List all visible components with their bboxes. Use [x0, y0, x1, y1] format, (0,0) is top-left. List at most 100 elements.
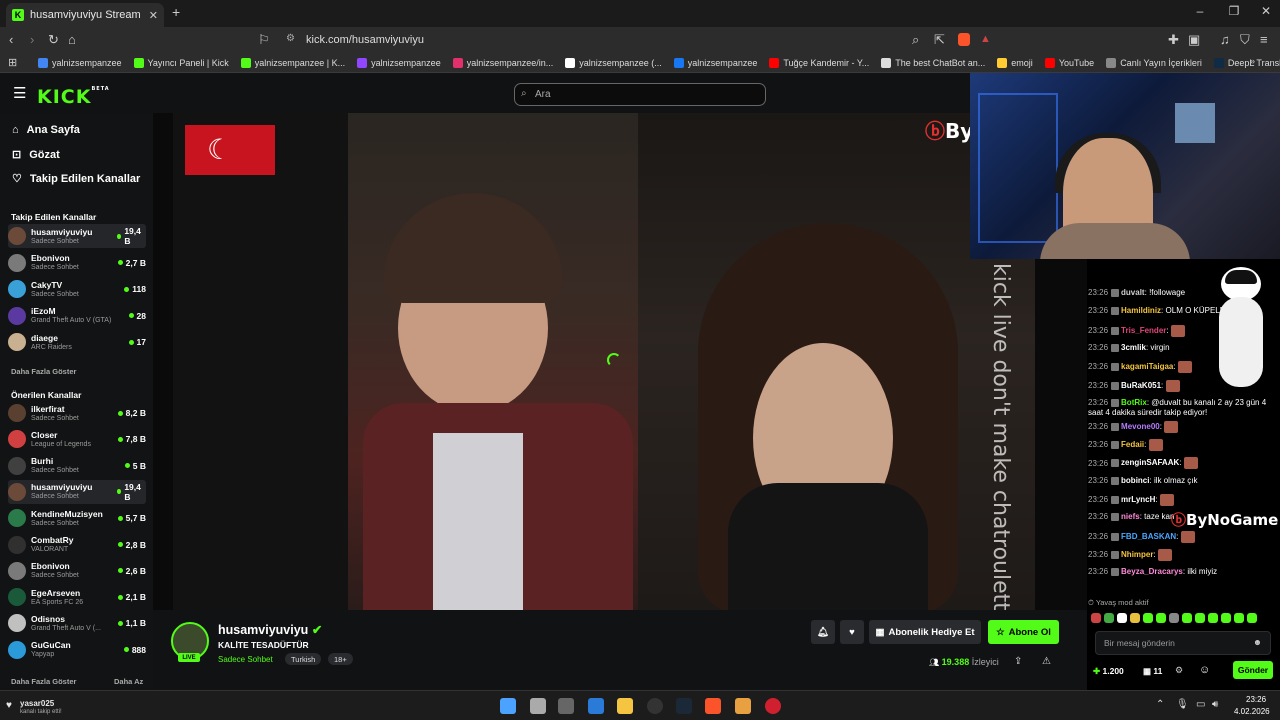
- bookmark-item[interactable]: yalnizsempanzee: [673, 57, 757, 68]
- bookmark-item[interactable]: The best ChatBot an...: [881, 57, 985, 68]
- reload-icon[interactable]: ↻: [48, 32, 59, 48]
- chat-username[interactable]: bobinci: [1121, 476, 1149, 485]
- channel-name[interactable]: husamviyuviyu ✔: [218, 622, 322, 637]
- quick-emote-icon[interactable]: [1247, 613, 1257, 623]
- chat-username[interactable]: Beyza_Dracarys: [1121, 567, 1183, 576]
- network-icon[interactable]: ▭: [1196, 699, 1205, 710]
- quick-emote-icon[interactable]: [1195, 613, 1205, 623]
- sidebar-channel[interactable]: Odisnos Grand Theft Auto V (... 1,1 B: [8, 611, 146, 635]
- close-tab-icon[interactable]: ✕: [149, 9, 158, 22]
- gift-counter[interactable]: ▦ 11: [1143, 666, 1162, 677]
- photos-icon[interactable]: [588, 698, 604, 714]
- quick-emote-icon[interactable]: [1104, 613, 1114, 623]
- search-input[interactable]: ⌕ Ara: [514, 83, 766, 106]
- bookmark-item[interactable]: DeepL Translate: Dü...: [1213, 57, 1280, 68]
- bookmark-item[interactable]: yalnizsempanzee: [357, 57, 441, 68]
- sidebar-channel[interactable]: CakyTV Sadece Sohbet 118: [8, 277, 146, 301]
- channel-points[interactable]: ✚ 1.200: [1093, 666, 1124, 677]
- sidebar-channel[interactable]: husamviyuviyu Sadece Sohbet 19,4 B: [8, 479, 146, 504]
- quick-emote-icon[interactable]: [1143, 613, 1153, 623]
- show-more-followed-link[interactable]: Daha Fazla Göster: [11, 367, 76, 376]
- red-app-icon[interactable]: [765, 698, 781, 714]
- apps-icon[interactable]: ⊞: [8, 56, 17, 69]
- hamburger-menu-icon[interactable]: ☰: [13, 84, 26, 102]
- sidebar-channel[interactable]: KendineMuzisyen Sadece Sohbet 5,7 B: [8, 506, 146, 530]
- bookmark-item[interactable]: yalnizsempanzee (...: [565, 57, 662, 68]
- show-less-link[interactable]: Daha Az: [114, 677, 143, 686]
- sidebar-channel[interactable]: iEzoM Grand Theft Auto V (GTA) 28: [8, 304, 146, 328]
- quick-emote-icon[interactable]: [1117, 613, 1127, 623]
- chat-username[interactable]: Tris_Fender: [1121, 326, 1166, 335]
- bookmark-item[interactable]: yalnizsempanzee: [38, 57, 122, 68]
- minimize-icon[interactable]: –: [1190, 4, 1210, 18]
- chat-username[interactable]: Mevone00: [1121, 422, 1160, 431]
- back-icon[interactable]: ‹: [9, 32, 13, 47]
- sidebar-channel[interactable]: EgeArseven EA Sports FC 26 2,1 B: [8, 585, 146, 609]
- chat-username[interactable]: Fedaii: [1121, 440, 1144, 449]
- sidebar-channel[interactable]: CombatRy VALORANT 2,8 B: [8, 533, 146, 557]
- obs-icon[interactable]: [647, 698, 663, 714]
- quick-emote-icon[interactable]: [1130, 613, 1140, 623]
- file-explorer-icon[interactable]: [617, 698, 633, 714]
- sidebar-channel[interactable]: Burhi Sadece Sohbet 5 B: [8, 454, 146, 478]
- quick-emote-icon[interactable]: [1169, 613, 1179, 623]
- share-stream-icon[interactable]: ⇪: [1014, 656, 1022, 667]
- sidebar-channel[interactable]: Ebonivon Sadece Sohbet 2,6 B: [8, 559, 146, 583]
- bookmark-item[interactable]: Yayıncı Paneli | Kick: [133, 57, 229, 68]
- chat-username[interactable]: FBD_BASKAN: [1121, 532, 1176, 541]
- quick-emote-icon[interactable]: [1234, 613, 1244, 623]
- steam-icon[interactable]: [676, 698, 692, 714]
- quick-emote-icon[interactable]: [1156, 613, 1166, 623]
- menu-icon[interactable]: ≡: [1260, 32, 1268, 47]
- zoom-icon[interactable]: ⌕: [912, 32, 919, 48]
- bookmark-item[interactable]: Canlı Yayın İçerikleri: [1106, 57, 1202, 68]
- sidebar-channel[interactable]: GuGuCan Yapyap 888: [8, 638, 146, 662]
- sidebar-channel[interactable]: ilkerfirat Sadece Sohbet 8,2 B: [8, 401, 146, 425]
- task-view-icon[interactable]: [530, 698, 546, 714]
- send-button[interactable]: Gönder: [1233, 661, 1273, 679]
- quick-emote-icon[interactable]: [1091, 613, 1101, 623]
- show-more-recommended-link[interactable]: Daha Fazla Göster: [11, 677, 76, 686]
- close-window-icon[interactable]: ✕: [1256, 4, 1276, 18]
- chat-username[interactable]: niefs: [1121, 512, 1140, 521]
- new-tab-icon[interactable]: +: [172, 4, 180, 20]
- notification-bell-button[interactable]: 🔔︎: [811, 620, 835, 644]
- chat-username[interactable]: Hamildiniz: [1121, 306, 1161, 315]
- chat-username[interactable]: kagamiTaigaa: [1121, 362, 1173, 371]
- chat-username[interactable]: mrLyncH: [1121, 495, 1155, 504]
- start-icon[interactable]: [500, 698, 516, 714]
- site-info-icon[interactable]: ⚙: [286, 33, 295, 44]
- chat-input[interactable]: Bir mesaj gönderin ☻: [1095, 631, 1271, 655]
- clock-time[interactable]: 23:26: [1246, 695, 1266, 704]
- address-bar[interactable]: kick.com/husamviyuviyu: [278, 29, 998, 51]
- brave-browser-icon[interactable]: [705, 698, 721, 714]
- bookmark-item[interactable]: YouTube: [1044, 57, 1094, 68]
- chat-username[interactable]: BotRix: [1121, 398, 1147, 407]
- extensions-icon[interactable]: ✚: [1168, 32, 1179, 48]
- sidebar-channel[interactable]: diaege ARC Raiders 17: [8, 330, 146, 354]
- taskbar-app-icon[interactable]: [558, 698, 574, 714]
- chat-username[interactable]: BuRaK051: [1121, 381, 1161, 390]
- forward-icon[interactable]: ›: [30, 32, 34, 47]
- brave-rewards-icon[interactable]: ▲: [980, 33, 991, 45]
- brave-shield-icon[interactable]: [958, 33, 970, 46]
- sidebar-toggle-icon[interactable]: ▣: [1188, 32, 1200, 48]
- media-player-icon[interactable]: [735, 698, 751, 714]
- stream-category[interactable]: Sadece Sohbet: [218, 655, 273, 664]
- more-bookmarks-icon[interactable]: »: [1250, 56, 1255, 66]
- chat-username[interactable]: 3cmlik: [1121, 343, 1146, 352]
- emote-menu-icon[interactable]: ☺: [1199, 664, 1210, 676]
- bookmark-item[interactable]: yalnizsempanzee | K...: [240, 57, 345, 68]
- bookmark-page-icon[interactable]: ⚐: [258, 32, 270, 48]
- quick-emote-icon[interactable]: [1208, 613, 1218, 623]
- subscribe-button[interactable]: ☆ Abone Ol: [988, 620, 1059, 644]
- follow-heart-button[interactable]: ♥: [840, 620, 864, 644]
- chat-username[interactable]: duvalt: [1121, 288, 1145, 297]
- emoji-picker-icon[interactable]: ☻: [1253, 637, 1262, 647]
- tray-chevron-icon[interactable]: ⌃: [1156, 699, 1164, 710]
- chat-username[interactable]: Nhimper: [1121, 550, 1153, 559]
- bookmark-item[interactable]: emoji: [997, 57, 1033, 68]
- microphone-icon[interactable]: 🎙︎: [1176, 699, 1189, 710]
- sidebar-channel[interactable]: Ebonivon Sadece Sohbet 2,7 B: [8, 251, 146, 275]
- report-icon[interactable]: ⚠: [1042, 656, 1051, 667]
